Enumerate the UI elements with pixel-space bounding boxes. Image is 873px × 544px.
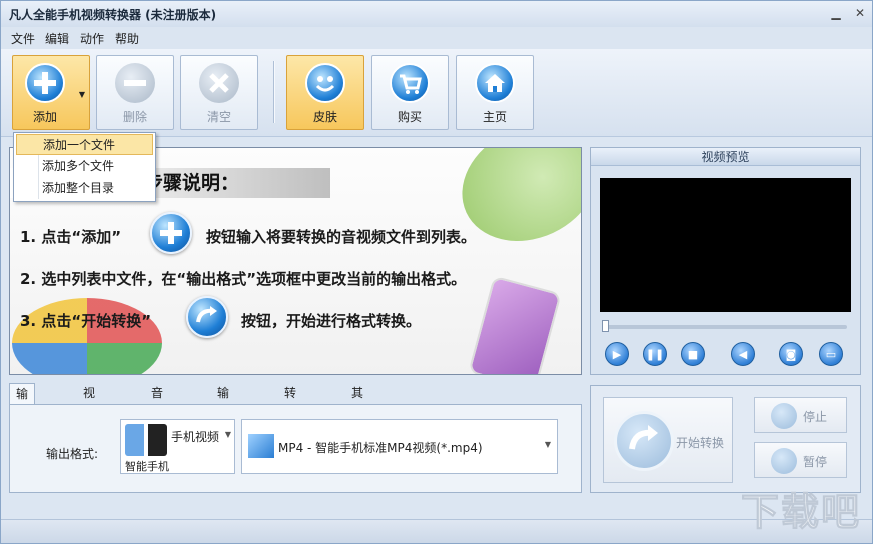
tab-output-format[interactable]: 输出格式 xyxy=(9,383,36,461)
add-dropdown-arrow-icon[interactable]: ▼ xyxy=(79,90,85,99)
clear-button-label: 清空 xyxy=(206,110,231,124)
delete-button[interactable]: 删除 xyxy=(96,55,174,130)
device-select[interactable]: 手机视频 智能手机 ▼ xyxy=(120,419,235,474)
step-2: 2. 选中列表中文件，在“输出格式”选项框中更改当前的输出格式。 xyxy=(20,270,467,288)
pause-icon xyxy=(771,448,797,474)
home-button[interactable]: 主页 xyxy=(456,55,534,130)
home-button-label: 主页 xyxy=(482,110,507,124)
menu-action[interactable]: 动作 xyxy=(80,30,104,47)
clear-button[interactable]: 清空 xyxy=(180,55,258,130)
smiley-icon xyxy=(305,63,345,103)
step-3-prefix: 3. 点击“开始转换” xyxy=(20,312,152,330)
buy-button-label: 购买 xyxy=(397,110,422,124)
seek-knob[interactable] xyxy=(602,320,609,332)
menu-file[interactable]: 文件 xyxy=(11,30,35,47)
format-cube-icon xyxy=(248,434,274,458)
stop-button[interactable]: 停止 xyxy=(754,397,847,433)
tab-audio-params[interactable]: 音频参数 xyxy=(145,383,169,460)
app-window: 凡人全能手机视频转换器 (未注册版本) ▁ ✕ 文件 编辑 动作 帮助 ▼ 添加… xyxy=(0,0,873,544)
chevron-down-icon: ▼ xyxy=(544,440,551,449)
start-convert-label: 开始转换 xyxy=(676,436,725,450)
title-bar: 凡人全能手机视频转换器 (未注册版本) ▁ ✕ xyxy=(1,1,872,27)
menu-edit[interactable]: 编辑 xyxy=(45,30,69,47)
menu-help[interactable]: 帮助 xyxy=(115,30,139,47)
format-select[interactable]: MP4 - 智能手机标准MP4视频(*.mp4) ▼ xyxy=(241,419,558,474)
device-subtitle: 智能手机 xyxy=(125,460,169,473)
pause-button[interactable]: 暂停 xyxy=(754,442,847,478)
close-icon[interactable]: ✕ xyxy=(851,4,869,22)
tab-video-params[interactable]: 视频参数 xyxy=(77,383,101,460)
skin-button[interactable]: 皮肤 xyxy=(286,55,364,130)
minus-icon xyxy=(115,63,155,103)
preview-screen xyxy=(600,178,851,312)
convert-arrow-icon xyxy=(614,411,674,471)
preview-title: 视频预览 xyxy=(591,148,860,166)
minimize-icon[interactable]: ▁ xyxy=(827,4,845,22)
chevron-down-icon: ▼ xyxy=(224,430,231,439)
add-multiple-files-item[interactable]: 添加多个文件 xyxy=(16,156,153,177)
add-step-icon xyxy=(150,212,192,254)
cart-icon xyxy=(390,63,430,103)
convert-controls: 开始转换 停止 暂停 xyxy=(590,385,861,493)
delete-button-label: 删除 xyxy=(122,110,147,124)
window-title: 凡人全能手机视频转换器 (未注册版本) xyxy=(9,8,217,22)
stop-icon[interactable]: ■ xyxy=(681,342,705,366)
video-preview-panel: 视频预览 ▶ ❚❚ ■ ◀ ◙ ▭ xyxy=(590,147,861,375)
pause-label: 暂停 xyxy=(803,455,828,469)
tab-other-settings[interactable]: 其他设置 xyxy=(345,383,369,460)
home-icon xyxy=(475,63,515,103)
watermark-logo: 下载吧 xyxy=(740,490,862,535)
add-dropdown-menu: 添加一个文件 添加多个文件 添加整个目录 xyxy=(13,132,156,202)
play-icon[interactable]: ▶ xyxy=(605,342,629,366)
toolbar: ▼ 添加 删除 清空 皮肤 购买 主页 xyxy=(1,49,872,137)
format-value: MP4 - 智能手机标准MP4视频(*.mp4) xyxy=(278,441,483,455)
toolbar-separator xyxy=(273,61,275,123)
stop-label: 停止 xyxy=(803,410,828,424)
plus-icon xyxy=(25,63,65,103)
output-format-panel: 输出格式: 手机视频 智能手机 ▼ MP4 - 智能手机标准MP4视频(*.mp… xyxy=(9,404,582,493)
device-name: 手机视频 xyxy=(171,430,220,444)
step-3-suffix: 按钮，开始进行格式转换。 xyxy=(241,312,422,330)
output-format-label: 输出格式: xyxy=(46,447,99,461)
smartphone-icon xyxy=(125,424,167,456)
folder-icon[interactable]: ▭ xyxy=(819,342,843,366)
add-button[interactable]: ▼ 添加 xyxy=(12,55,90,130)
step-1-prefix: 1. 点击“添加” xyxy=(20,228,122,246)
tab-output-dir[interactable]: 输出目录 xyxy=(211,383,235,460)
add-button-label: 添加 xyxy=(33,110,58,124)
volume-icon[interactable]: ◀ xyxy=(731,342,755,366)
convert-step-icon xyxy=(186,296,228,338)
start-convert-button[interactable]: 开始转换 xyxy=(603,397,733,483)
stop-icon xyxy=(771,403,797,429)
step-1-suffix: 按钮输入将要转换的音视频文件到列表。 xyxy=(206,228,477,246)
seek-bar[interactable] xyxy=(604,325,847,329)
pause-icon[interactable]: ❚❚ xyxy=(643,342,667,366)
buy-button[interactable]: 购买 xyxy=(371,55,449,130)
skin-button-label: 皮肤 xyxy=(312,110,337,124)
add-one-file-item[interactable]: 添加一个文件 xyxy=(16,134,153,155)
decorative-phone-icon xyxy=(468,275,562,374)
x-icon xyxy=(199,63,239,103)
instructions-heading: 步骤说明： xyxy=(144,172,240,194)
snapshot-icon[interactable]: ◙ xyxy=(779,342,803,366)
add-directory-item[interactable]: 添加整个目录 xyxy=(16,178,153,199)
tab-convert-settings[interactable]: 转换设置 xyxy=(278,383,302,460)
menu-bar: 文件 编辑 动作 帮助 xyxy=(1,27,872,49)
